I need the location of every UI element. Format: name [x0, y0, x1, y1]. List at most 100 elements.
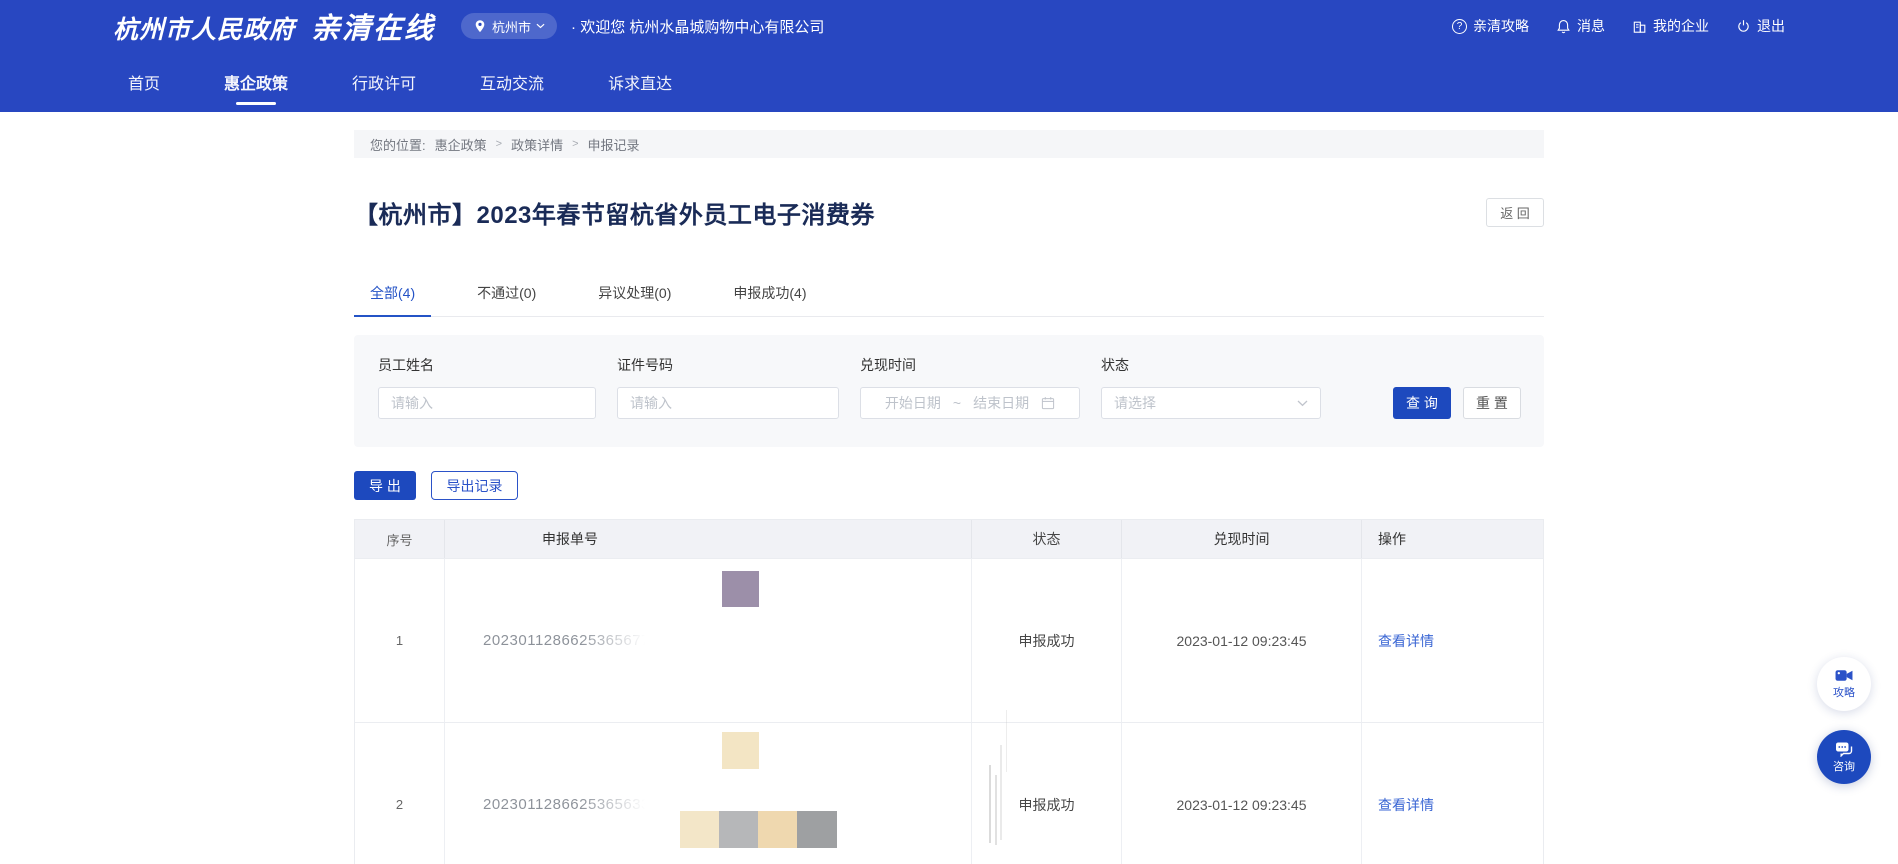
site-logo[interactable]: 杭州市人民政府 亲清在线: [113, 5, 435, 47]
tab-rejected[interactable]: 不通过(0): [461, 283, 552, 316]
date-range-separator: ~: [953, 395, 961, 411]
link-label: 亲清攻略: [1473, 16, 1529, 36]
welcome-text: · 欢迎您 杭州水晶城购物中心有限公司: [571, 16, 824, 37]
tab-dispute[interactable]: 异议处理(0): [582, 283, 687, 316]
video-camera-icon: [1835, 668, 1853, 683]
export-records-button[interactable]: 导出记录: [431, 471, 518, 500]
location-pin-icon: [473, 19, 487, 34]
cell-action: 查看详情: [1362, 559, 1543, 722]
blur-artifact: [1006, 710, 1007, 772]
cell-status: 申报成功: [972, 559, 1122, 722]
cell-time: 2023-01-12 09:23:45: [1122, 723, 1362, 864]
application-number: 20230112866253656771: [483, 632, 659, 649]
col-header-action: 操作: [1362, 520, 1543, 558]
breadcrumb: 您的位置: 惠企政策 > 政策详情 > 申报记录: [354, 130, 1544, 158]
reset-button[interactable]: 重 置: [1463, 387, 1521, 419]
tab-all[interactable]: 全部(4): [354, 283, 431, 317]
nav-administrative-licensing[interactable]: 行政许可: [352, 52, 416, 112]
col-header-status: 状态: [972, 520, 1122, 558]
logo-gov-text: 杭州市人民政府: [113, 10, 295, 46]
cell-no: 1: [355, 559, 445, 722]
status-tabs: 全部(4) 不通过(0) 异议处理(0) 申报成功(4): [354, 283, 1544, 317]
question-circle-icon: ?: [1452, 19, 1467, 34]
link-logout[interactable]: 退出: [1736, 16, 1785, 36]
end-date-placeholder: 结束日期: [973, 393, 1029, 413]
link-label: 退出: [1757, 16, 1785, 36]
nav-home[interactable]: 首页: [128, 52, 160, 112]
guide-float-button[interactable]: 攻略: [1817, 657, 1871, 711]
breadcrumb-item-policies[interactable]: 惠企政策: [435, 135, 487, 154]
id-number-input[interactable]: [617, 387, 839, 419]
consult-label: 咨询: [1833, 758, 1855, 774]
breadcrumb-item-policy-detail[interactable]: 政策详情: [511, 135, 563, 154]
start-date-placeholder: 开始日期: [885, 393, 941, 413]
id-number-label: 证件号码: [617, 355, 839, 375]
export-button[interactable]: 导 出: [354, 471, 416, 500]
guide-label: 攻略: [1833, 684, 1855, 700]
back-button[interactable]: 返 回: [1486, 198, 1544, 227]
employee-name-label: 员工姓名: [378, 355, 596, 375]
records-table: 序号 申报单号 状态 兑现时间 操作 1 2023011286625365677…: [354, 519, 1544, 864]
status-placeholder: 请选择: [1114, 393, 1297, 413]
table-header-row: 序号 申报单号 状态 兑现时间 操作: [355, 520, 1543, 558]
link-label: 消息: [1577, 16, 1605, 36]
tab-success[interactable]: 申报成功(4): [717, 283, 822, 316]
breadcrumb-prefix: 您的位置:: [370, 135, 426, 154]
table-row: 2 20230112866253656330 申报成功 2023-01-12 0…: [355, 722, 1543, 864]
nav-interaction[interactable]: 互动交流: [480, 52, 544, 112]
employee-name-input[interactable]: [378, 387, 596, 419]
blur-artifact: [1000, 745, 1002, 840]
col-header-time: 兑现时间: [1122, 520, 1362, 558]
field-employee-name: 员工姓名: [378, 355, 596, 419]
main-nav: 首页 惠企政策 行政许可 互动交流 诉求直达: [113, 52, 1785, 112]
breadcrumb-item-current: 申报记录: [588, 135, 640, 154]
header-links: ? 亲清攻略 消息 我的企业: [1452, 16, 1785, 36]
application-number: 20230112866253656330: [483, 796, 659, 813]
search-button[interactable]: 查 询: [1393, 387, 1451, 419]
breadcrumb-separator: >: [572, 138, 578, 150]
redeem-time-label: 兑现时间: [860, 355, 1080, 375]
chevron-down-icon: [1297, 400, 1308, 407]
building-icon: [1632, 19, 1647, 34]
status-select[interactable]: 请选择: [1101, 387, 1321, 419]
consult-float-button[interactable]: 咨询: [1817, 730, 1871, 784]
nav-appeals[interactable]: 诉求直达: [608, 52, 672, 112]
header-top-row: 杭州市人民政府 亲清在线 杭州市 · 欢迎您 杭州水晶城购物中心有限公司 ? 亲…: [113, 0, 1785, 52]
power-icon: [1736, 19, 1751, 34]
cell-app-no: 20230112866253656771: [445, 559, 972, 722]
redaction-block: [722, 732, 759, 769]
redeem-time-range-picker[interactable]: 开始日期 ~ 结束日期: [860, 387, 1080, 419]
main-content: 您的位置: 惠企政策 > 政策详情 > 申报记录 【杭州市】2023年春节留杭省…: [354, 130, 1544, 864]
blur-artifact: [995, 775, 997, 845]
export-toolbar: 导 出 导出记录: [354, 471, 1544, 500]
link-qinqing-guide[interactable]: ? 亲清攻略: [1452, 16, 1529, 36]
link-messages[interactable]: 消息: [1556, 16, 1605, 36]
link-label: 我的企业: [1653, 16, 1709, 36]
view-details-link[interactable]: 查看详情: [1378, 631, 1434, 651]
city-selector[interactable]: 杭州市: [461, 13, 557, 39]
cell-time: 2023-01-12 09:23:45: [1122, 559, 1362, 722]
status-label: 状态: [1101, 355, 1321, 375]
redaction-block: [722, 571, 759, 607]
logo-brand-text: 亲清在线: [311, 5, 435, 47]
breadcrumb-separator: >: [496, 138, 502, 150]
table-row: 1 20230112866253656771 申报成功 2023-01-12 0…: [355, 558, 1543, 722]
redaction-block: [680, 811, 719, 848]
view-details-link[interactable]: 查看详情: [1378, 795, 1434, 815]
redaction-block: [797, 811, 837, 848]
page-title: 【杭州市】2023年春节留杭省外员工电子消费券: [354, 195, 875, 230]
filter-buttons: 查 询 重 置: [1393, 387, 1521, 419]
city-name: 杭州市: [492, 17, 531, 36]
field-redeem-time: 兑现时间 开始日期 ~ 结束日期: [860, 355, 1080, 419]
cell-no: 2: [355, 723, 445, 864]
link-my-company[interactable]: 我的企业: [1632, 16, 1709, 36]
site-header: 杭州市人民政府 亲清在线 杭州市 · 欢迎您 杭州水晶城购物中心有限公司 ? 亲…: [0, 0, 1898, 112]
col-header-app-no: 申报单号: [445, 520, 972, 558]
bell-icon: [1556, 19, 1571, 34]
nav-enterprise-policies[interactable]: 惠企政策: [224, 52, 288, 112]
field-id-number: 证件号码: [617, 355, 839, 419]
redaction-block: [719, 811, 758, 848]
cell-action: 查看详情: [1362, 723, 1543, 864]
chat-icon: [1835, 741, 1854, 757]
redaction-block: [758, 811, 797, 848]
